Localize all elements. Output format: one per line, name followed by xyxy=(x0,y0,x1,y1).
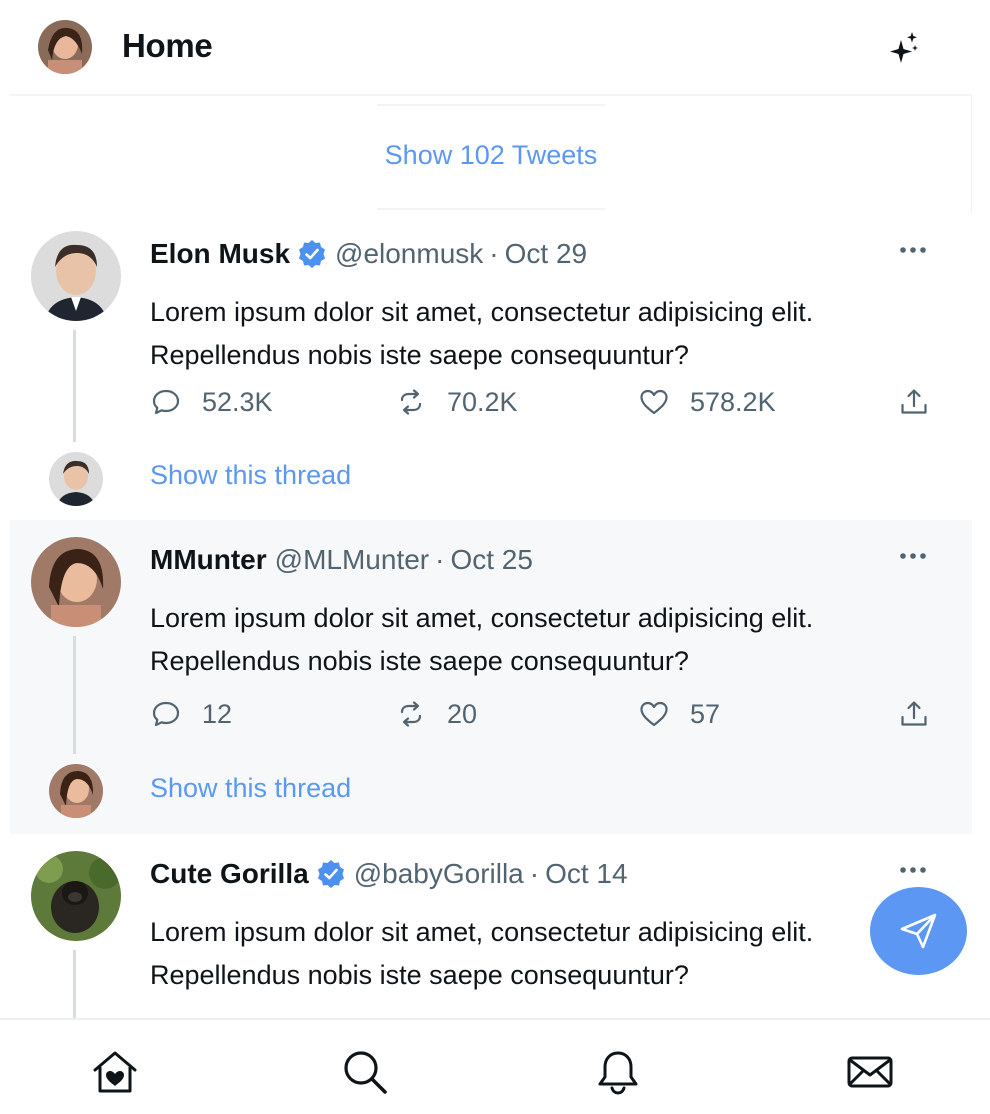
divider xyxy=(377,208,605,210)
reply-button[interactable]: 52.3K xyxy=(150,386,273,418)
thread-connector xyxy=(73,636,76,754)
share-button[interactable] xyxy=(898,386,930,418)
author-avatar[interactable] xyxy=(31,537,121,627)
reply-icon xyxy=(152,701,180,727)
mail-icon[interactable] xyxy=(846,1048,894,1096)
show-thread-link[interactable]: Show this thread xyxy=(150,773,351,804)
more-options-icon[interactable] xyxy=(895,540,931,570)
separator: · xyxy=(435,544,445,575)
tweet-item[interactable]: MMunter @MLMunter · Oct 25 Lorem ipsum d… xyxy=(10,520,972,834)
thread-connector xyxy=(73,330,76,442)
top-header: Home xyxy=(10,0,972,96)
share-icon xyxy=(901,389,927,414)
bell-icon[interactable] xyxy=(594,1048,642,1096)
like-button[interactable]: 578.2K xyxy=(638,386,776,418)
like-button[interactable]: 57 xyxy=(638,698,720,730)
like-count: 578.2K xyxy=(690,386,776,417)
tweet-date[interactable]: Oct 29 xyxy=(505,238,587,270)
send-icon xyxy=(900,913,936,949)
more-options-icon[interactable] xyxy=(895,234,931,264)
divider xyxy=(377,104,605,106)
bottom-navigation xyxy=(0,1018,990,1114)
separator: · xyxy=(529,858,540,889)
search-icon[interactable] xyxy=(341,1048,389,1096)
tweet-item[interactable]: Elon Musk @elonmusk · Oct 29 Lorem ipsum… xyxy=(10,214,972,520)
thread-connector xyxy=(73,950,76,1020)
retweet-count: 20 xyxy=(447,698,478,729)
share-icon xyxy=(901,701,927,726)
verified-badge-icon xyxy=(316,859,346,889)
tweet-header: Cute Gorilla @babyGorilla · Oct 14 xyxy=(150,858,628,890)
tweet-item[interactable]: Cute Gorilla @babyGorilla · Oct 14 Lorem… xyxy=(10,834,972,1020)
author-avatar[interactable] xyxy=(31,851,121,941)
author-name[interactable]: Cute Gorilla xyxy=(150,858,309,890)
more-options-icon[interactable] xyxy=(895,854,931,884)
reply-button[interactable]: 12 xyxy=(150,698,232,730)
retweet-button[interactable]: 70.2K xyxy=(395,386,518,418)
tweet-date[interactable]: Oct 14 xyxy=(545,858,627,890)
reply-count: 52.3K xyxy=(202,386,273,417)
app-shell: Home Show 102 Tweets Elon Musk @elonmusk… xyxy=(0,0,972,1114)
sparkle-icon[interactable] xyxy=(890,30,920,64)
retweet-icon xyxy=(400,389,422,415)
author-name[interactable]: MMunter xyxy=(150,544,267,576)
reply-count: 12 xyxy=(202,698,233,729)
author-avatar[interactable] xyxy=(31,231,121,321)
show-thread-link[interactable]: Show this thread xyxy=(150,460,351,491)
reply-icon xyxy=(152,389,180,415)
compose-tweet-button[interactable] xyxy=(870,887,967,975)
author-handle[interactable]: @MLMunter xyxy=(275,544,429,576)
author-name[interactable]: Elon Musk xyxy=(150,238,290,270)
tweet-text: Lorem ipsum dolor sit amet, consectetur … xyxy=(150,297,814,370)
author-handle[interactable]: @babyGorilla xyxy=(354,858,524,890)
new-tweets-banner: Show 102 Tweets xyxy=(10,96,972,214)
page-title: Home xyxy=(122,27,213,64)
home-icon[interactable] xyxy=(91,1048,139,1096)
retweet-button[interactable]: 20 xyxy=(395,698,477,730)
tweet-header: Elon Musk @elonmusk · Oct 29 xyxy=(150,238,587,270)
tweet-text: Lorem ipsum dolor sit amet, consectetur … xyxy=(150,917,814,990)
tweet-date[interactable]: Oct 25 xyxy=(450,544,532,576)
retweet-icon xyxy=(400,701,422,727)
heart-icon xyxy=(640,701,668,727)
separator: · xyxy=(489,238,499,269)
retweet-count: 70.2K xyxy=(447,386,518,417)
tweet-header: MMunter @MLMunter · Oct 25 xyxy=(150,544,533,576)
show-new-tweets-button[interactable]: Show 102 Tweets xyxy=(377,140,605,171)
like-count: 57 xyxy=(690,698,721,729)
profile-avatar[interactable] xyxy=(38,20,92,74)
tweet-actions: 52.3K 70.2K 578.2K xyxy=(150,386,940,426)
author-handle[interactable]: @elonmusk xyxy=(335,238,483,270)
thread-avatar[interactable] xyxy=(49,452,103,506)
thread-avatar[interactable] xyxy=(49,764,103,818)
share-button[interactable] xyxy=(898,698,930,730)
verified-badge-icon xyxy=(297,239,327,269)
tweet-actions: 12 20 57 xyxy=(150,698,940,738)
heart-icon xyxy=(640,389,668,415)
tweet-text: Lorem ipsum dolor sit amet, consectetur … xyxy=(150,603,814,676)
